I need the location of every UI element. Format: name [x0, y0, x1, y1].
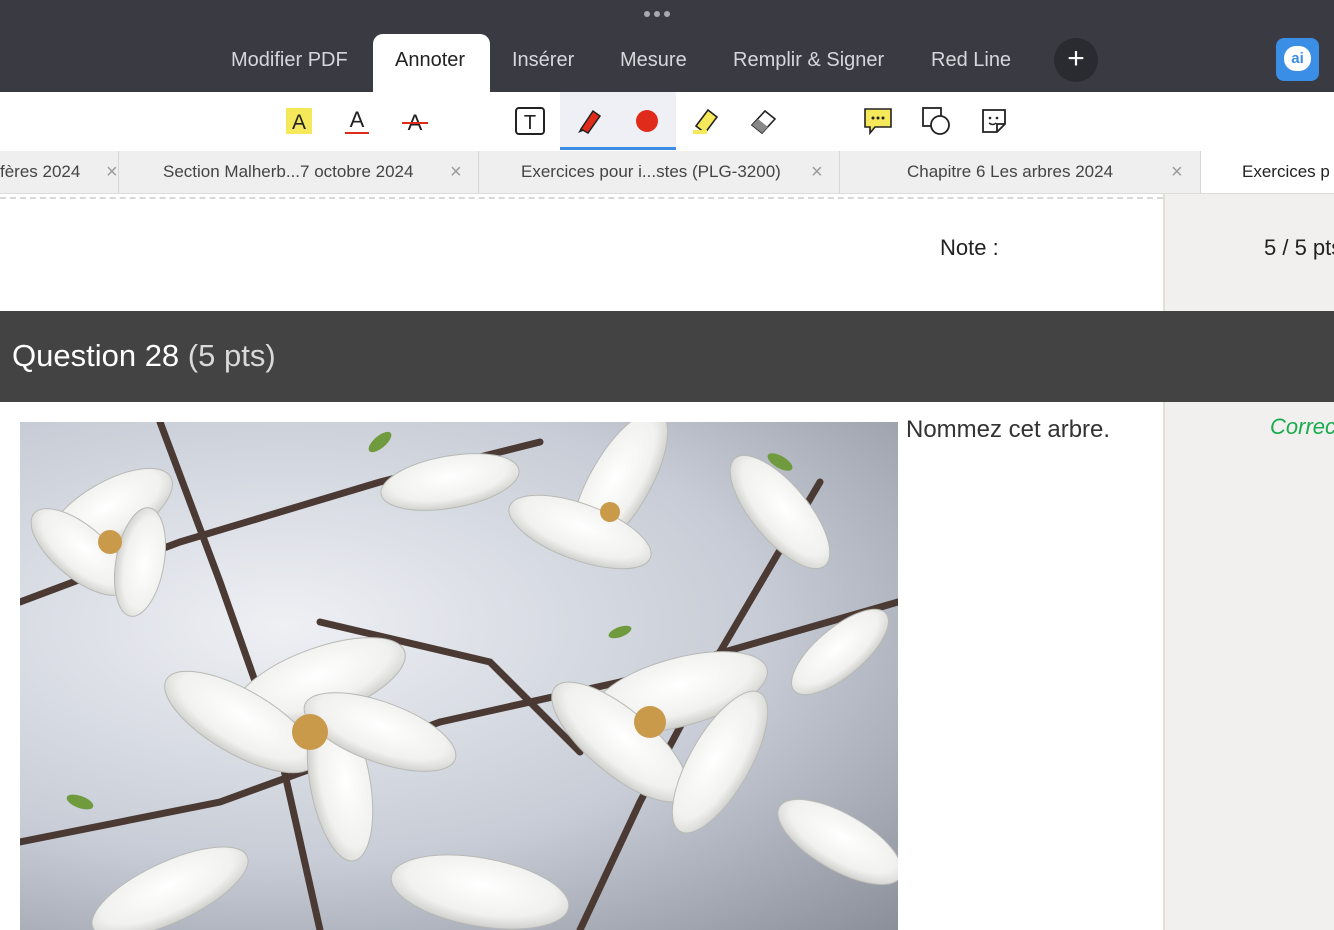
- doc-tab[interactable]: Chapitre 6 Les arbres 2024 ×: [840, 151, 1201, 193]
- tab-red-line[interactable]: Red Line: [909, 34, 1033, 92]
- doc-tab-title: Chapitre 6 Les arbres 2024: [907, 162, 1114, 181]
- question-number: Question 28: [12, 338, 180, 373]
- document-tabs: fères 2024 × Section Malherb...7 octobre…: [0, 151, 1334, 194]
- close-icon[interactable]: ×: [1171, 151, 1183, 193]
- doc-tab-title: Exercices p: [1242, 162, 1330, 181]
- sticker-icon[interactable]: [966, 92, 1022, 150]
- svg-text:A: A: [350, 107, 365, 132]
- question-points: (5 pts): [187, 338, 276, 373]
- svg-text:T: T: [524, 112, 536, 134]
- color-picker-icon[interactable]: [618, 92, 676, 150]
- tab-mesure[interactable]: Mesure: [598, 34, 709, 92]
- pen-icon[interactable]: [560, 92, 618, 150]
- tab-modifier-pdf[interactable]: Modifier PDF: [209, 34, 370, 92]
- window-grip-dots[interactable]: [642, 11, 672, 21]
- tab-annoter[interactable]: Annoter: [373, 34, 490, 92]
- underline-text-icon[interactable]: A: [329, 92, 385, 150]
- tab-inserer[interactable]: Insérer: [490, 34, 596, 92]
- doc-tab-active[interactable]: Exercices p: [1201, 151, 1334, 193]
- add-tab-button[interactable]: +: [1054, 38, 1098, 82]
- page-break-divider: [0, 197, 1163, 199]
- top-menu-bar: Modifier PDF Annoter Insérer Mesure Remp…: [0, 0, 1334, 92]
- doc-tab[interactable]: Section Malherb...7 octobre 2024 ×: [119, 151, 479, 193]
- doc-tab[interactable]: fères 2024 ×: [0, 151, 119, 193]
- doc-tab-title: Exercices pour i...stes (PLG-3200): [521, 162, 781, 181]
- tab-remplir-signer[interactable]: Remplir & Signer: [711, 34, 906, 92]
- eraser-icon[interactable]: [735, 92, 791, 150]
- note-label: Note :: [940, 235, 999, 260]
- comment-icon[interactable]: [850, 92, 906, 150]
- close-icon[interactable]: ×: [450, 151, 462, 193]
- highlighter-icon[interactable]: [677, 92, 733, 150]
- strikethrough-text-icon[interactable]: A: [387, 92, 443, 150]
- score-value: 5 / 5 pts: [1264, 235, 1334, 260]
- close-icon[interactable]: ×: [106, 151, 118, 193]
- correction-side-panel: [1163, 194, 1334, 930]
- ai-icon: ai: [1284, 46, 1311, 71]
- close-icon[interactable]: ×: [811, 151, 823, 193]
- annotation-toolbar: A A A T: [0, 92, 1334, 152]
- question-title: Question 28 (5 pts): [12, 338, 276, 374]
- doc-tab[interactable]: Exercices pour i...stes (PLG-3200) ×: [479, 151, 840, 193]
- magnolia-photo: [20, 422, 898, 930]
- doc-tab-title: Section Malherb...7 octobre 2024: [163, 162, 414, 181]
- flower-illustration: [20, 422, 898, 930]
- svg-text:A: A: [292, 111, 306, 134]
- correction-label: Correc: [1270, 414, 1334, 439]
- ai-assistant-button[interactable]: ai: [1276, 38, 1319, 81]
- text-box-icon[interactable]: T: [502, 92, 558, 150]
- question-text: Nommez cet arbre.: [906, 416, 1111, 443]
- shapes-icon[interactable]: [908, 92, 964, 150]
- highlight-text-icon[interactable]: A: [271, 92, 327, 150]
- doc-tab-title: fères 2024: [0, 162, 81, 181]
